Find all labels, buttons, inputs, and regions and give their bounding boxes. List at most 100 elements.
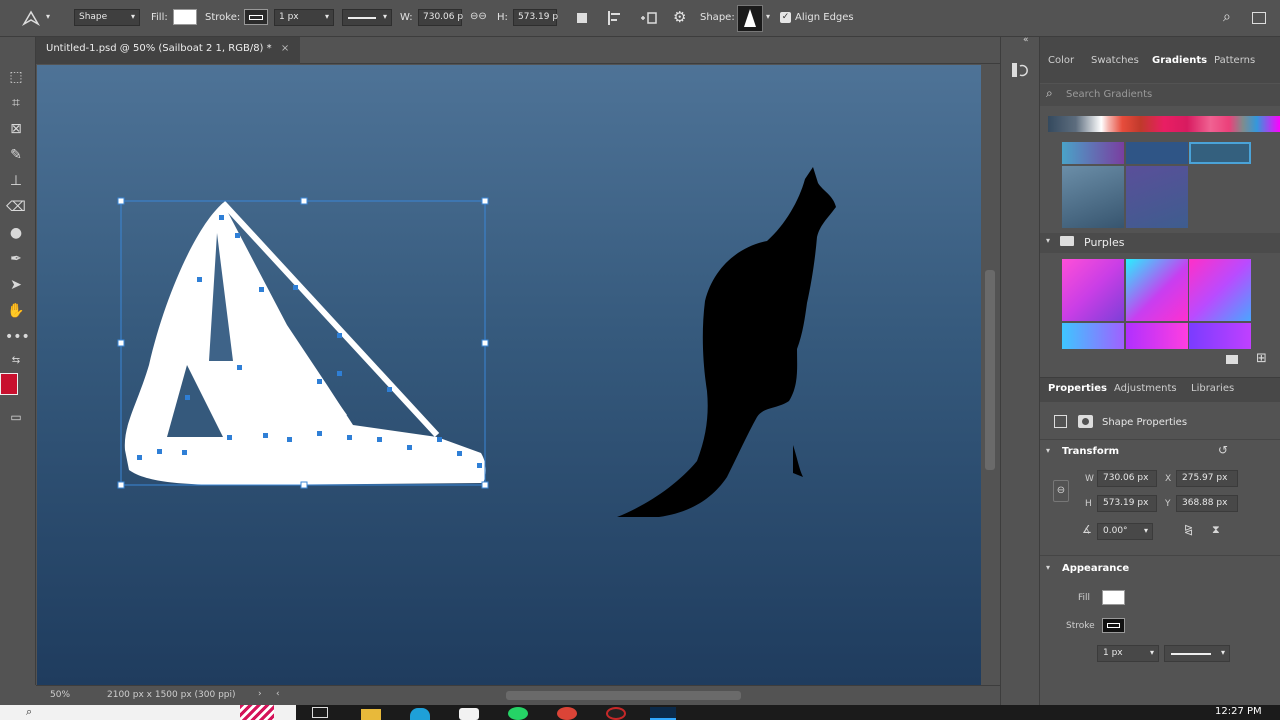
fill-swatch[interactable] bbox=[1102, 590, 1125, 605]
horizontal-scrollbar-thumb[interactable] bbox=[506, 691, 741, 700]
path-alignment-icon[interactable] bbox=[606, 9, 624, 27]
height-input[interactable]: 573.19 px bbox=[1097, 495, 1157, 512]
tab-libraries[interactable]: Libraries bbox=[1191, 383, 1234, 394]
stroke-width-input-value: 1 px bbox=[1103, 648, 1123, 658]
angle-input[interactable]: 0.00° ▾ bbox=[1097, 523, 1153, 540]
healing-brush-icon[interactable]: ✎ bbox=[5, 145, 27, 165]
gradient-swatch[interactable] bbox=[1126, 259, 1188, 321]
path-selection-icon[interactable]: ➤ bbox=[5, 275, 27, 295]
tab-patterns[interactable]: Patterns bbox=[1214, 55, 1255, 66]
gradient-swatch[interactable] bbox=[1189, 259, 1251, 321]
shape-picker[interactable] bbox=[737, 5, 763, 32]
marquee-tool-icon[interactable]: ⬚ bbox=[5, 67, 27, 87]
flip-horizontal-icon[interactable]: ⧎ bbox=[1184, 523, 1193, 536]
gradient-swatch[interactable] bbox=[1062, 166, 1124, 228]
foreground-color-swatch[interactable] bbox=[0, 373, 18, 395]
x-input[interactable]: 275.97 px bbox=[1176, 470, 1238, 487]
align-edges-checkbox[interactable]: ✓ bbox=[780, 12, 791, 23]
stroke-width-field[interactable]: 1 px ▾ bbox=[274, 9, 334, 26]
blur-tool-icon[interactable]: ● bbox=[5, 223, 27, 243]
stroke-width-value: 1 px bbox=[279, 12, 299, 22]
crop-tool-icon[interactable]: ⌗ bbox=[5, 93, 27, 113]
zoom-level[interactable]: 50% bbox=[50, 690, 70, 700]
document-info: 2100 px x 1500 px (300 ppi) bbox=[107, 690, 236, 700]
eraser-tool-icon[interactable]: ⌫ bbox=[5, 197, 27, 217]
store-icon[interactable] bbox=[459, 708, 479, 720]
tab-swatches[interactable]: Swatches bbox=[1091, 55, 1139, 66]
task-view-icon[interactable] bbox=[312, 707, 328, 718]
canvas[interactable] bbox=[37, 65, 981, 685]
document-tab[interactable]: Untitled-1.psd @ 50% (Sailboat 2 1, RGB/… bbox=[36, 37, 300, 64]
search-icon[interactable]: ⌕ bbox=[1223, 9, 1231, 25]
gradient-swatch[interactable] bbox=[1062, 142, 1124, 164]
stroke-swatch[interactable] bbox=[1102, 618, 1125, 633]
reset-icon[interactable]: ↺ bbox=[1218, 443, 1228, 457]
chevron-down-icon[interactable]: ▾ bbox=[1046, 563, 1050, 572]
gradient-presets-strip[interactable] bbox=[1048, 116, 1280, 132]
gradient-swatch[interactable] bbox=[1126, 166, 1188, 228]
stroke-type-select[interactable]: ▾ bbox=[342, 9, 392, 26]
tab-properties[interactable]: Properties bbox=[1048, 383, 1107, 394]
chevron-right-icon[interactable]: › bbox=[258, 689, 262, 699]
path-operations-icon[interactable] bbox=[577, 13, 587, 23]
fill-swatch[interactable] bbox=[173, 9, 197, 25]
vertical-scrollbar[interactable] bbox=[981, 65, 1000, 685]
pen-tool-icon[interactable]: ✒ bbox=[5, 249, 27, 269]
chevron-down-icon[interactable]: ▾ bbox=[766, 12, 770, 21]
pen-tool-icon[interactable] bbox=[20, 8, 42, 28]
height-field[interactable]: 573.19 p bbox=[513, 9, 558, 26]
x-label: X bbox=[1165, 474, 1172, 484]
chevron-down-icon[interactable]: ▾ bbox=[46, 12, 50, 21]
sailboat-shape[interactable] bbox=[124, 200, 486, 485]
gradient-search[interactable]: ⌕ Search Gradients bbox=[1040, 84, 1280, 106]
chevron-left-icon[interactable]: ‹ bbox=[276, 689, 280, 699]
gradient-swatch[interactable] bbox=[1189, 142, 1251, 164]
flip-vertical-icon[interactable]: ⧗ bbox=[1212, 523, 1220, 537]
edge-browser-icon[interactable] bbox=[410, 708, 430, 720]
kangaroo-shape[interactable] bbox=[617, 167, 836, 517]
taskbar-search-box[interactable]: ⌕ bbox=[0, 705, 296, 720]
app-icon[interactable] bbox=[606, 707, 626, 720]
hand-tool-icon[interactable]: ✋ bbox=[5, 301, 27, 321]
gradient-swatch[interactable] bbox=[1062, 323, 1124, 349]
gradient-swatch[interactable] bbox=[1126, 323, 1188, 349]
y-input[interactable]: 368.88 px bbox=[1176, 495, 1238, 512]
more-tools-icon[interactable]: ••• bbox=[5, 327, 30, 347]
mode-select[interactable]: Shape ▾ bbox=[74, 9, 140, 26]
gradient-swatch[interactable] bbox=[1062, 259, 1124, 321]
close-icon[interactable]: × bbox=[281, 43, 289, 54]
stroke-width-input[interactable]: 1 px ▾ bbox=[1097, 645, 1159, 662]
chevron-down-icon[interactable]: ▾ bbox=[1046, 446, 1050, 455]
stroke-swatch[interactable] bbox=[244, 9, 268, 25]
screen-mode-icon[interactable]: ▭ bbox=[5, 407, 27, 427]
stroke-type-select[interactable]: ▾ bbox=[1164, 645, 1230, 662]
width-field[interactable]: 730.06 p bbox=[418, 9, 463, 26]
gradient-group-purples[interactable]: ▾ Purples bbox=[1040, 233, 1280, 253]
stamp-tool-icon[interactable]: ⊥ bbox=[5, 171, 27, 191]
gradient-swatch[interactable] bbox=[1126, 142, 1188, 164]
search-gradients-input[interactable]: Search Gradients bbox=[1066, 89, 1152, 100]
workspace-icon[interactable] bbox=[1252, 12, 1266, 24]
add-icon[interactable]: ⊞ bbox=[1256, 351, 1267, 366]
tab-color[interactable]: Color bbox=[1048, 55, 1074, 66]
frame-tool-icon[interactable]: ⊠ bbox=[5, 119, 27, 139]
history-icon[interactable] bbox=[1010, 61, 1030, 79]
file-explorer-icon[interactable] bbox=[361, 709, 381, 720]
link-proportions-icon[interactable]: ⊖ bbox=[1053, 480, 1069, 502]
gradient-swatch[interactable] bbox=[1189, 323, 1251, 349]
whatsapp-icon[interactable] bbox=[508, 707, 528, 720]
tab-gradients[interactable]: Gradients bbox=[1152, 55, 1207, 66]
gear-icon[interactable]: ⚙ bbox=[673, 8, 686, 26]
collapse-icon[interactable]: « bbox=[1023, 35, 1029, 45]
new-group-icon[interactable] bbox=[1226, 355, 1238, 364]
path-arrangement-icon[interactable] bbox=[639, 9, 659, 27]
link-icon[interactable]: ⊖⊖ bbox=[470, 11, 487, 22]
tab-adjustments[interactable]: Adjustments bbox=[1114, 383, 1177, 394]
photoshop-icon[interactable] bbox=[650, 707, 676, 720]
search-icon: ⌕ bbox=[26, 705, 33, 718]
collapsed-panel-strip: « bbox=[1000, 35, 1040, 705]
vertical-scrollbar-thumb[interactable] bbox=[985, 270, 995, 470]
width-input[interactable]: 730.06 px bbox=[1097, 470, 1157, 487]
chrome-icon[interactable] bbox=[557, 707, 577, 720]
swap-colors-icon[interactable]: ⇆ bbox=[5, 351, 27, 371]
